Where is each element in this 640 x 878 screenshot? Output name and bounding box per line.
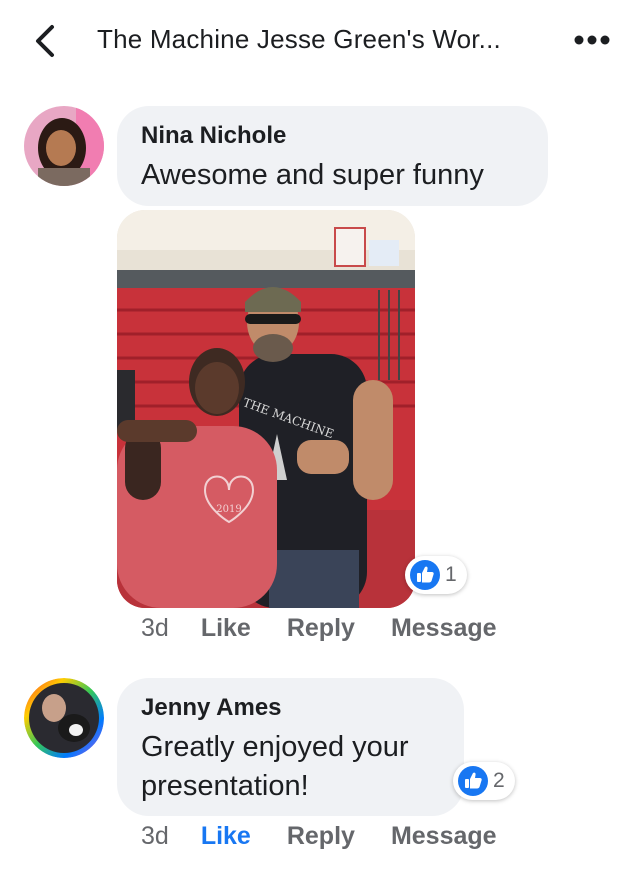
reaction-badge[interactable]: 1	[405, 556, 467, 594]
comment-photo[interactable]: THE MACHINE 2019	[117, 210, 415, 608]
like-button[interactable]: Like	[201, 614, 251, 643]
attached-photo: THE MACHINE 2019	[117, 210, 415, 608]
comment-bubble: Jenny Ames Greatly enjoyed your presenta…	[117, 678, 464, 816]
more-options-button[interactable]	[572, 30, 612, 50]
reaction-count: 2	[493, 769, 505, 792]
comment-author[interactable]: Jenny Ames	[141, 694, 440, 722]
comment-bubble: Nina Nichole Awesome and super funny	[117, 106, 548, 206]
like-icon	[410, 560, 440, 590]
message-button[interactable]: Message	[391, 822, 497, 851]
profile-photo-icon	[24, 678, 104, 758]
more-dots-icon	[574, 35, 610, 45]
top-nav-bar: The Machine Jesse Green's Wor...	[0, 0, 640, 82]
comment-text: Awesome and super funny	[141, 159, 484, 191]
reaction-count: 1	[445, 563, 457, 586]
comment-actions: 3d Like Reply Message	[141, 614, 533, 643]
comment-text-line-1: Greatly enjoyed your	[141, 731, 409, 763]
comment-timestamp: 3d	[141, 822, 169, 850]
back-button[interactable]	[30, 22, 64, 60]
reaction-badge[interactable]: 2	[453, 762, 515, 800]
comment-timestamp: 3d	[141, 614, 169, 642]
page-title: The Machine Jesse Green's Wor...	[97, 24, 501, 54]
avatar-nina-nichole[interactable]	[24, 106, 104, 186]
comment-text-line-2: presentation!	[141, 770, 309, 802]
like-icon	[458, 766, 488, 796]
profile-photo-icon	[24, 106, 104, 186]
message-button[interactable]: Message	[391, 614, 497, 643]
reply-button[interactable]: Reply	[287, 614, 355, 643]
comment-actions: 3d Like Reply Message	[141, 822, 533, 851]
comment-author[interactable]: Nina Nichole	[141, 122, 524, 150]
shirt-year: 2019	[216, 504, 241, 515]
avatar-jenny-ames[interactable]	[24, 678, 104, 758]
chevron-left-icon	[36, 25, 54, 57]
like-button[interactable]: Like	[201, 822, 251, 851]
reply-button[interactable]: Reply	[287, 822, 355, 851]
